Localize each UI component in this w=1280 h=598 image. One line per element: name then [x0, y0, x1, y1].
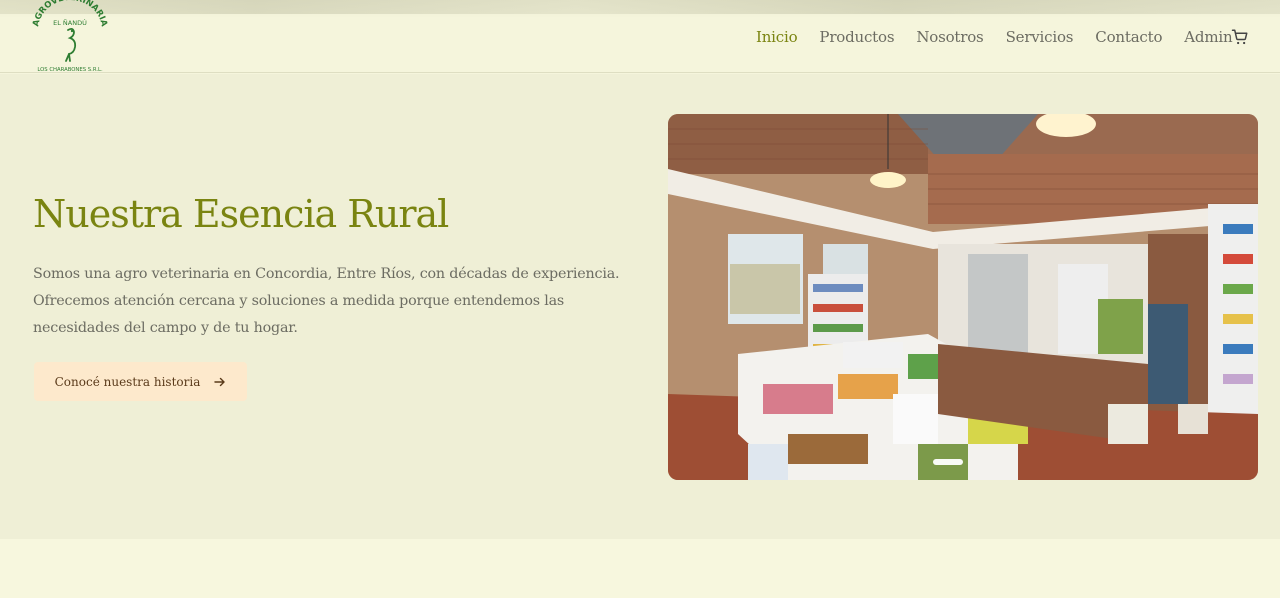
- next-section: [0, 539, 1280, 598]
- nav-nosotros[interactable]: Nosotros: [916, 28, 983, 46]
- logo-company-text: LOS CHARABONES S.R.L.: [37, 67, 103, 73]
- nav-inicio[interactable]: Inicio: [756, 28, 798, 46]
- nav-productos[interactable]: Productos: [819, 28, 894, 46]
- nav-contacto[interactable]: Contacto: [1095, 28, 1162, 46]
- store-interior-image: [668, 114, 1258, 480]
- header-blur-strip: [0, 0, 1280, 14]
- main-nav: Inicio Productos Nosotros Servicios Cont…: [756, 26, 1254, 48]
- cart-button[interactable]: [1231, 28, 1249, 46]
- arrow-right-icon: [214, 376, 226, 388]
- nav-admin[interactable]: Admin: [1184, 28, 1232, 46]
- cart-icon: [1231, 29, 1248, 45]
- hero-title: Nuestra Esencia Rural: [33, 192, 449, 236]
- logo-emblem: AGROVETERINARIA EL ÑANDÚ LOS CHARABONES …: [31, 0, 109, 73]
- navbar: AGROVETERINARIA EL ÑANDÚ LOS CHARABONES …: [0, 0, 1280, 73]
- cta-history-button[interactable]: Conocé nuestra historia: [34, 362, 247, 401]
- nav-servicios[interactable]: Servicios: [1006, 28, 1074, 46]
- hero-carousel[interactable]: [668, 114, 1258, 480]
- hero-description: Somos una agro veterinaria en Concordia,…: [33, 266, 620, 336]
- logo-sub-text: EL ÑANDÚ: [53, 18, 87, 27]
- cta-label: Conocé nuestra historia: [54, 374, 201, 389]
- carousel-indicator[interactable]: [933, 459, 963, 465]
- brand-logo[interactable]: AGROVETERINARIA EL ÑANDÚ LOS CHARABONES …: [30, 0, 110, 73]
